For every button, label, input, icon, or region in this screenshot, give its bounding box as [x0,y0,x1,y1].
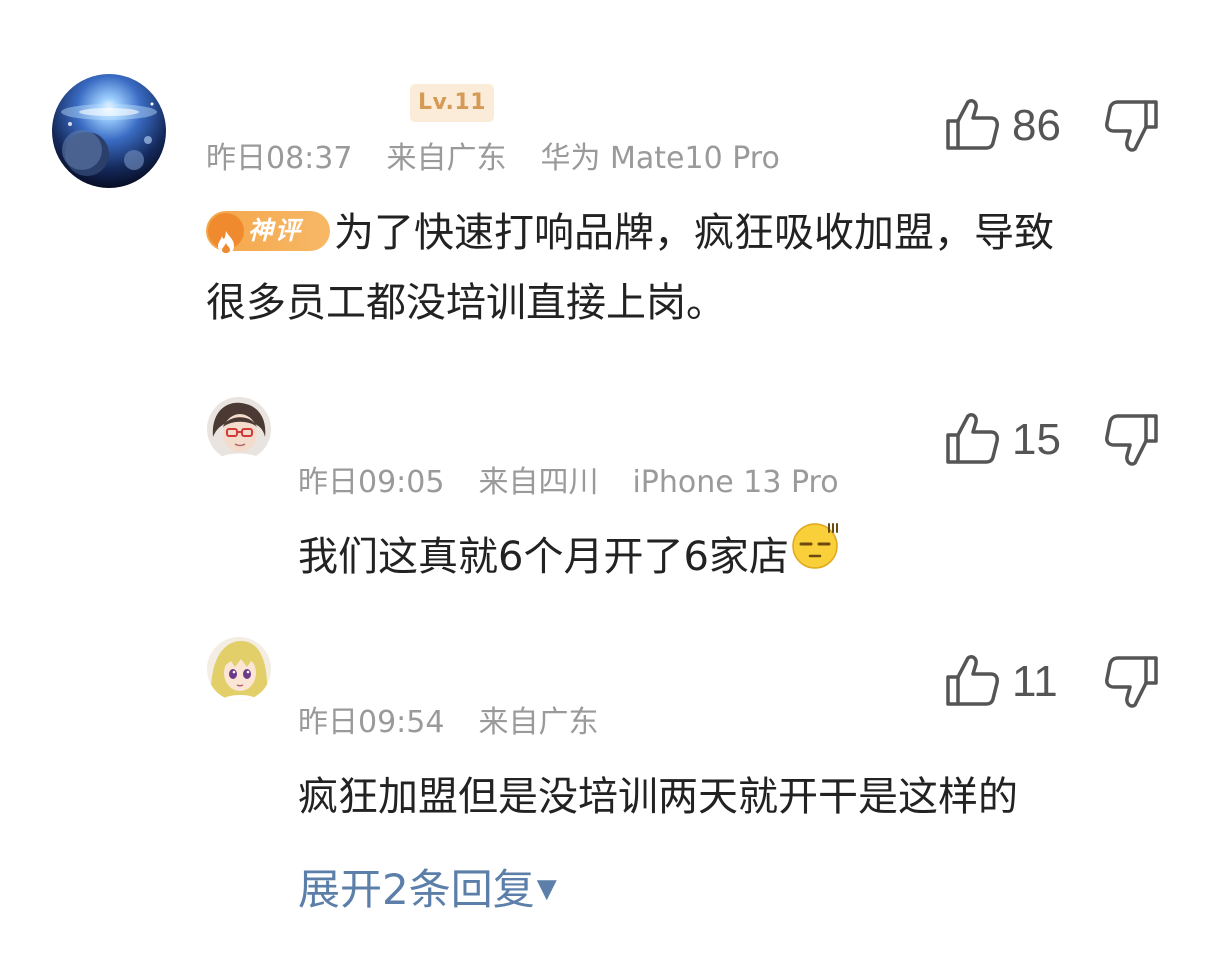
comment-actions: 11 [944,652,1164,712]
comment-meta: 昨日09:54 来自广东 [298,708,598,738]
avatar[interactable] [207,637,271,701]
comment-location: 来自广东 [386,141,507,176]
comment-text-body: 疯狂加盟但是没培训两天就开干是这样的 [298,774,1018,820]
expand-replies-label: 展开2条回复 [298,865,535,914]
comment-time: 昨日08:37 [206,141,353,176]
flame-icon [208,213,244,255]
thumbs-up-icon[interactable] [944,410,1000,466]
like-count: 15 [1012,415,1061,464]
comment-text: 神评 为了快速打响品牌，疯狂吸收加盟，导致 很多员工都没培训直接上岗。 [206,198,1054,338]
comment-text-body: 我们这真就6个月开了6家店 [298,534,789,580]
level-badge: Lv.11 [410,84,494,122]
comment-meta: 昨日08:37 来自广东 华为 Mate10 Pro [206,144,780,174]
thumbs-down-icon[interactable] [1104,652,1160,712]
comment-actions: 15 [944,410,1164,470]
comment-text-line2: 很多员工都没培训直接上岗。 [206,280,726,326]
speechless-face-icon [791,520,841,592]
like-count: 86 [1012,101,1061,150]
comment-location: 来自广东 [478,705,599,740]
expand-replies-link[interactable]: 展开2条回复▼ [298,862,557,921]
comment-text-line1: 为了快速打响品牌，疯狂吸收加盟，导致 [334,210,1054,256]
comment-time: 昨日09:54 [298,705,445,740]
comment-meta: 昨日09:05 来自四川 iPhone 13 Pro [298,468,839,498]
triangle-down-icon: ▼ [536,873,557,904]
like-count: 11 [1012,657,1058,706]
hot-comment-badge: 神评 [206,211,330,255]
comment-time: 昨日09:05 [298,465,445,500]
hot-badge-label: 神评 [248,216,303,245]
comment-actions: 86 [944,96,1164,156]
comment-location: 来自四川 [478,465,599,500]
thumbs-up-icon[interactable] [944,96,1000,152]
comment-text: 疯狂加盟但是没培训两天就开干是这样的 [298,762,1018,832]
thumbs-down-icon[interactable] [1104,96,1160,156]
comment-device: 华为 Mate10 Pro [540,141,780,176]
comment-text: 我们这真就6个月开了6家店 [298,522,841,595]
thumbs-up-icon[interactable] [944,652,1000,708]
avatar[interactable] [52,74,166,188]
thumbs-down-icon[interactable] [1104,410,1160,470]
avatar[interactable] [207,397,271,461]
comment-device: iPhone 13 Pro [632,465,839,500]
